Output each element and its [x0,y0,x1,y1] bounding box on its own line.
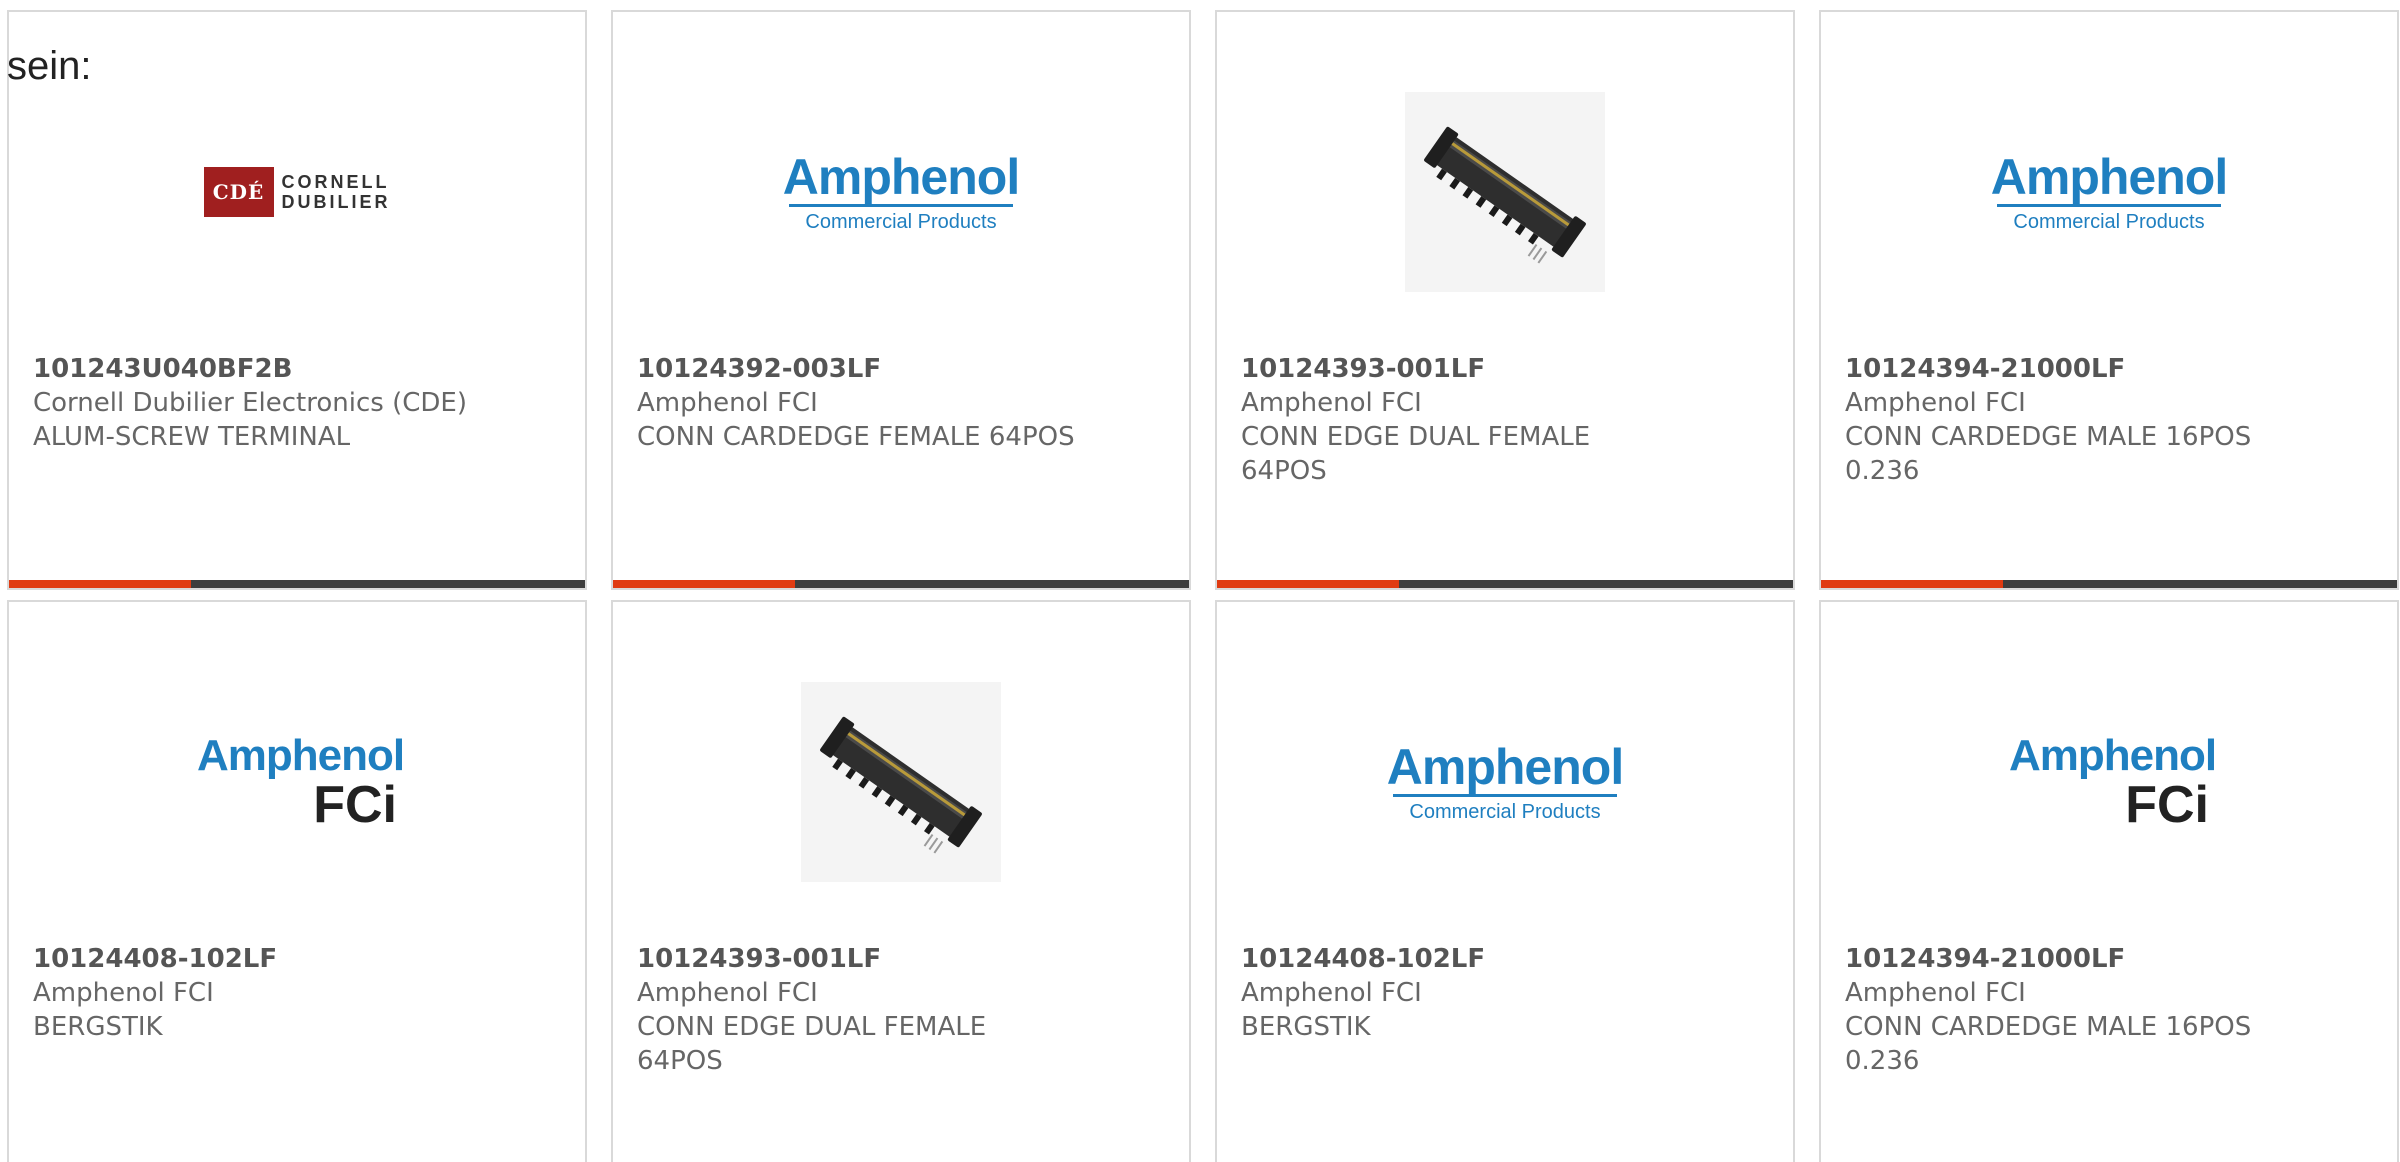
product-info: 101243U040BF2B Cornell Dubilier Electron… [33,352,561,454]
product-image[interactable]: Amphenol FCi [9,662,585,902]
edge-connector-photo [1405,92,1605,292]
product-card[interactable]: Amphenol FCi 10124408-102LF Amphenol FCI… [7,600,587,1162]
manufacturer: Cornell Dubilier Electronics (CDE) [33,388,467,418]
product-info: 10124394-21000LF Amphenol FCI CONN CARDE… [1845,942,2373,1078]
card-accent-bar [613,580,795,588]
cde-logo-line1: CORNELL [281,172,390,192]
cde-logo-mark: CDÉ [203,167,274,217]
amphenol-fci-logo: Amphenol FCi [2009,731,2217,834]
cde-logo: CDÉ CORNELL DUBILIER [203,167,391,217]
product-card[interactable]: 10124393-001LF Amphenol FCI CONN EDGE DU… [1215,10,1795,590]
part-number-link[interactable]: 101243U040BF2B [33,352,561,386]
manufacturer: Amphenol FCI [1241,388,1422,418]
product-card[interactable]: 10124393-001LF Amphenol FCI CONN EDGE DU… [611,600,1191,1162]
part-number-link[interactable]: 10124394-21000LF [1845,942,2373,976]
lead-text: sein: [7,44,92,88]
product-card[interactable]: CDÉ CORNELL DUBILIER 101243U040BF2B Corn… [7,10,587,590]
manufacturer: Amphenol FCI [637,978,818,1008]
manufacturer: Amphenol FCI [1241,978,1422,1008]
card-bottom-bar [1217,580,1793,588]
card-accent-bar [9,580,191,588]
description: CONN CARDEDGE MALE 16POS 0.236 [1845,422,2252,486]
description: CONN EDGE DUAL FEMALE 64POS [637,1012,987,1076]
part-number-link[interactable]: 10124392-003LF [637,352,1165,386]
product-info: 10124408-102LF Amphenol FCI BERGSTIK [1241,942,1769,1044]
amphenol-logo-main: Amphenol [1990,148,2228,205]
card-bottom-bar [9,580,585,588]
product-info: 10124408-102LF Amphenol FCI BERGSTIK [33,942,561,1044]
description: ALUM-SCREW TERMINAL [33,422,351,452]
product-card[interactable]: Amphenol Commercial Products 10124394-21… [1819,10,2399,590]
manufacturer: Amphenol FCI [1845,978,2026,1008]
part-number-link[interactable]: 10124408-102LF [33,942,561,976]
product-card[interactable]: Amphenol FCi 10124394-21000LF Amphenol F… [1819,600,2399,1162]
amphenol-fci-logo: Amphenol FCi [197,731,405,834]
cde-logo-line2: DUBILIER [281,192,391,212]
product-image[interactable]: Amphenol Commercial Products [613,72,1189,312]
edge-connector-icon [820,716,982,854]
product-info: 10124394-21000LF Amphenol FCI CONN CARDE… [1845,352,2373,488]
product-info: 10124393-001LF Amphenol FCI CONN EDGE DU… [637,942,1165,1078]
product-image[interactable]: Amphenol FCi [1821,662,2397,902]
manufacturer: Amphenol FCI [637,388,818,418]
card-accent-bar [1821,580,2003,588]
product-grid-page: sein: CDÉ CORNELL DUBILIER 101243U040BF2… [0,0,2400,1162]
product-grid: CDÉ CORNELL DUBILIER 101243U040BF2B Corn… [7,10,2399,1162]
product-image[interactable]: Amphenol Commercial Products [1217,662,1793,902]
part-number-link[interactable]: 10124394-21000LF [1845,352,2373,386]
amphenol-logo-main: Amphenol [1386,738,1624,795]
description: CONN EDGE DUAL FEMALE 64POS [1241,422,1591,486]
description: CONN CARDEDGE MALE 16POS 0.236 [1845,1012,2252,1076]
amphenol-fci-logo-sub: FCi [313,776,397,834]
amphenol-fci-logo-main: Amphenol [2009,731,2217,780]
amphenol-logo-main: Amphenol [782,148,1020,205]
amphenol-fci-logo-main: Amphenol [197,731,405,780]
edge-connector-photo [801,682,1001,882]
product-image[interactable]: CDÉ CORNELL DUBILIER [9,72,585,312]
amphenol-logo: Amphenol Commercial Products [782,148,1020,233]
description: BERGSTIK [33,1012,163,1042]
card-bottom-bar [1821,580,2397,588]
edge-connector-icon [1424,126,1586,264]
description: BERGSTIK [1241,1012,1371,1042]
card-bottom-bar [613,580,1189,588]
product-card[interactable]: Amphenol Commercial Products 10124408-10… [1215,600,1795,1162]
product-info: 10124393-001LF Amphenol FCI CONN EDGE DU… [1241,352,1769,488]
part-number-link[interactable]: 10124408-102LF [1241,942,1769,976]
amphenol-logo-sub: Commercial Products [805,210,997,233]
product-image[interactable]: Amphenol Commercial Products [1821,72,2397,312]
product-image[interactable] [1217,72,1793,312]
description: CONN CARDEDGE FEMALE 64POS [637,422,1075,452]
card-accent-bar [1217,580,1399,588]
part-number-link[interactable]: 10124393-001LF [1241,352,1769,386]
amphenol-logo-sub: Commercial Products [1409,800,1601,823]
part-number-link[interactable]: 10124393-001LF [637,942,1165,976]
manufacturer: Amphenol FCI [1845,388,2026,418]
product-image[interactable] [613,662,1189,902]
amphenol-logo: Amphenol Commercial Products [1990,148,2228,233]
product-info: 10124392-003LF Amphenol FCI CONN CARDEDG… [637,352,1165,454]
amphenol-logo: Amphenol Commercial Products [1386,738,1624,823]
amphenol-logo-sub: Commercial Products [2013,210,2205,233]
product-card[interactable]: Amphenol Commercial Products 10124392-00… [611,10,1191,590]
amphenol-fci-logo-sub: FCi [2125,776,2209,834]
manufacturer: Amphenol FCI [33,978,214,1008]
